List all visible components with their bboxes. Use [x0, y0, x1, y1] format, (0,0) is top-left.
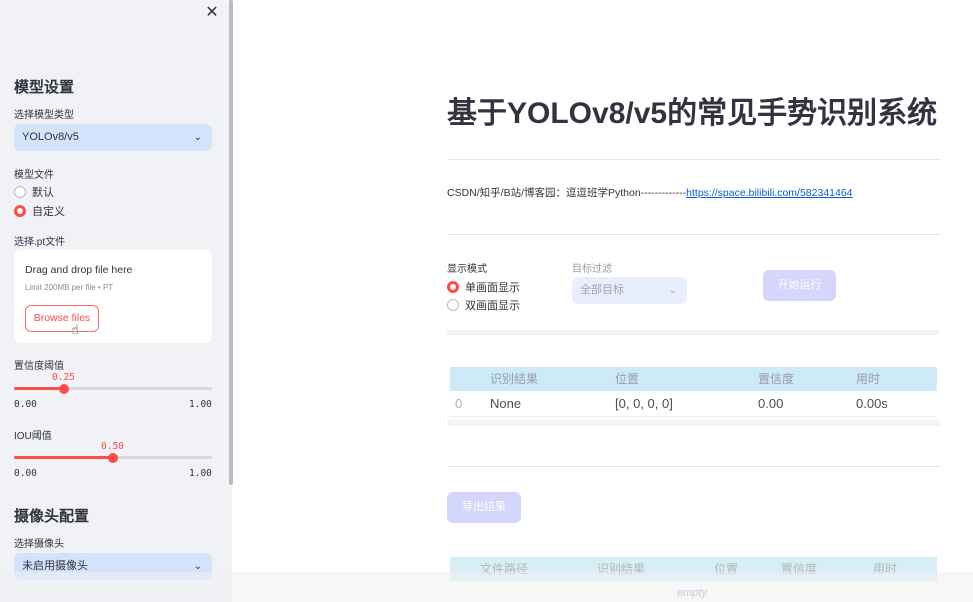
- radio-default[interactable]: 默认: [14, 184, 54, 200]
- radio-circle-icon: [447, 299, 459, 311]
- radio-single-label: 单画面显示: [465, 282, 520, 294]
- model-type-select[interactable]: YOLOv8/v5 ⌄: [14, 124, 212, 151]
- radio-circle-icon: [14, 186, 26, 198]
- divider: [447, 466, 941, 467]
- cell-time: 0.00s: [856, 396, 888, 411]
- radio-custom[interactable]: 自定义: [14, 203, 65, 219]
- chevron-down-icon: ⌄: [193, 132, 202, 143]
- table-row: 0 None [0, 0, 0, 0] 0.00 0.00s: [450, 391, 937, 417]
- iou-slider-fill: [14, 456, 113, 459]
- target-filter-select[interactable]: 全部目标 ⌄: [572, 277, 687, 304]
- conf-slider[interactable]: [14, 383, 212, 394]
- table-shadow: [447, 420, 940, 426]
- iou-min: 0.00: [14, 468, 37, 479]
- camera-value: 未启用摄像头: [22, 560, 88, 572]
- iou-label: IOU阈值: [14, 431, 52, 442]
- conf-slider-fill: [14, 387, 64, 390]
- file-uploader[interactable]: Drag and drop file here Limit 200MB per …: [14, 250, 212, 343]
- target-filter-label: 目标过滤: [572, 264, 612, 275]
- conf-min: 0.00: [14, 399, 37, 410]
- col-header: 置信度: [758, 372, 795, 386]
- radio-dual-view[interactable]: 双画面显示: [447, 297, 520, 313]
- export-results-button[interactable]: 导出结果: [447, 492, 521, 523]
- col-header: 识别结果: [490, 372, 539, 386]
- chevron-down-icon: ⌄: [668, 285, 677, 296]
- cell-result: None: [490, 396, 522, 411]
- browse-files-button[interactable]: Browse files: [25, 305, 99, 332]
- credit-text: CSDN/知乎/B站/博客园：逗逗班学Python-------------: [447, 187, 687, 199]
- conf-label: 置信度阈值: [14, 361, 64, 372]
- target-filter-value: 全部目标: [580, 284, 624, 296]
- page-title: 基于YOLOv8/v5的常见手势识别系统: [447, 97, 938, 130]
- bilibili-link[interactable]: https://space.bilibili.com/582341464: [686, 187, 852, 199]
- iou-slider[interactable]: [14, 452, 212, 463]
- col-header: 位置: [615, 372, 640, 386]
- results-table-header: 识别结果 位置 置信度 用时: [450, 367, 937, 391]
- radio-default-label: 默认: [32, 187, 54, 199]
- col-header: 用时: [856, 372, 881, 386]
- iou-value: 0.50: [101, 441, 124, 452]
- hand-cursor-icon: ☝: [71, 322, 79, 337]
- cell-position: [0, 0, 0, 0]: [615, 396, 673, 411]
- credit-line: CSDN/知乎/B站/博客园：逗逗班学Python-------------ht…: [447, 185, 853, 200]
- model-type-label: 选择模型类型: [14, 110, 74, 121]
- radio-selected-icon: [447, 281, 459, 293]
- divider: [447, 234, 941, 235]
- sidebar: ✕ 模型设置 选择模型类型 YOLOv8/v5 ⌄ 模型文件 默认 自定义 选择…: [0, 0, 232, 602]
- conf-value: 0.25: [52, 372, 75, 383]
- iou-slider-thumb[interactable]: [108, 452, 118, 463]
- results-table: 识别结果 位置 置信度 用时 0 None [0, 0, 0, 0] 0.00 …: [450, 367, 937, 417]
- divider: [447, 159, 941, 160]
- radio-dual-label: 双画面显示: [465, 300, 520, 312]
- radio-custom-label: 自定义: [32, 206, 65, 218]
- pt-file-label: 选择.pt文件: [14, 237, 66, 248]
- radio-single-view[interactable]: 单画面显示: [447, 279, 520, 295]
- section-camera-title: 摄像头配置: [14, 508, 90, 525]
- model-file-label: 模型文件: [14, 170, 54, 181]
- iou-max: 1.00: [189, 468, 212, 479]
- section-model-title: 模型设置: [14, 79, 75, 96]
- uploader-subtitle: Limit 200MB per file • PT: [25, 283, 114, 292]
- sidebar-scrollbar[interactable]: [229, 0, 233, 485]
- bottom-overlay: [0, 572, 973, 602]
- close-icon[interactable]: ✕: [203, 4, 221, 22]
- radio-selected-icon: [14, 205, 26, 217]
- camera-label: 选择摄像头: [14, 539, 64, 550]
- conf-max: 1.00: [189, 399, 212, 410]
- row-index: 0: [455, 396, 463, 411]
- cell-confidence: 0.00: [758, 396, 784, 411]
- display-mode-label: 显示模式: [447, 264, 487, 275]
- conf-slider-thumb[interactable]: [58, 383, 69, 394]
- divider: [447, 330, 939, 335]
- uploader-title: Drag and drop file here: [25, 264, 133, 276]
- model-type-value: YOLOv8/v5: [22, 131, 79, 143]
- start-run-button[interactable]: 开始运行: [763, 270, 836, 301]
